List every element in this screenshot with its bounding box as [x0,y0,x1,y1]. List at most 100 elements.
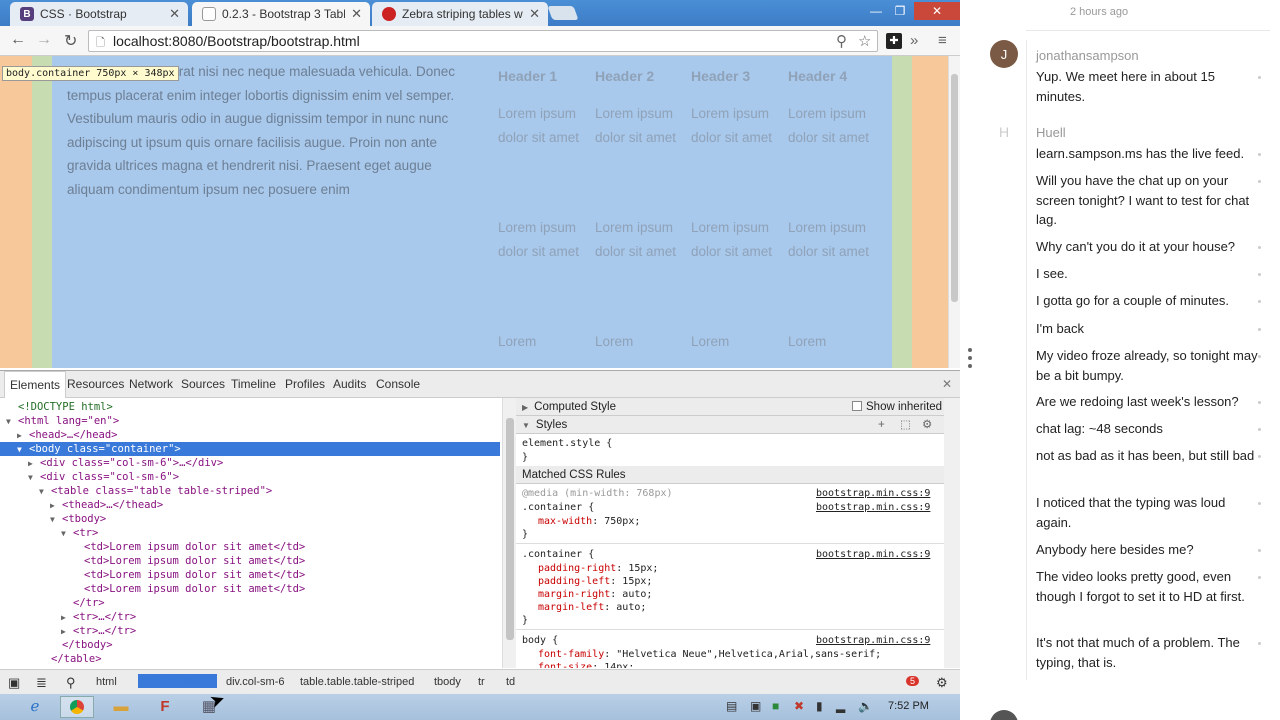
dom-node[interactable]: <!DOCTYPE html> [0,400,500,414]
collapse-triangle-icon[interactable]: ▼ [6,415,18,429]
dom-node[interactable]: ▶ <head>…</head> [0,428,500,442]
reload-icon[interactable]: ↻ [64,31,77,51]
styles-header[interactable]: ▼ Styles + ⬚ ⚙ [516,416,948,434]
error-badge[interactable]: 5 [906,676,920,686]
search-icon[interactable]: ⚲ [66,675,76,691]
forward-arrow-icon[interactable]: → [36,31,52,49]
taskbar-clock[interactable]: 7:52 PM [888,700,929,712]
tab-sources[interactable]: Sources [176,371,230,398]
overflow-chevron-icon[interactable]: » [910,32,918,49]
scroll-thumb[interactable] [951,74,958,302]
window-close-icon[interactable]: ✕ [914,2,960,20]
element-state-icon[interactable]: ⬚ [900,416,911,434]
tray-icon-4[interactable]: ✖ [794,699,804,713]
console-drawer-icon[interactable]: ≣ [36,675,47,691]
breadcrumb-td[interactable]: td [506,676,515,688]
dom-node[interactable]: <td>Lorem ipsum dolor sit amet</td> [0,540,500,554]
dom-node[interactable]: ▼ <body class="container"> [0,442,500,456]
close-icon[interactable]: ✕ [942,377,952,391]
tray-icon-1[interactable]: ▤ [726,699,737,713]
css-source-link[interactable]: bootstrap.min.css:9 [816,488,930,499]
breadcrumb-tr[interactable]: tr [478,676,485,688]
close-icon[interactable]: ✕ [529,6,540,22]
breadcrumb-div-col-sm-6[interactable]: div.col-sm-6 [226,676,284,688]
menu-icon[interactable]: ≡ [938,32,947,49]
expand-triangle-icon[interactable]: ▶ [61,625,73,639]
dom-node[interactable]: ▶ <div class="col-sm-6">…</div> [0,456,500,470]
minimize-icon[interactable]: — [864,2,888,20]
page-scrollbar[interactable] [948,56,960,368]
collapse-triangle-icon[interactable]: ▼ [50,513,62,527]
dom-node[interactable]: ▼ <html lang="en"> [0,414,500,428]
dom-node[interactable]: </tr> [0,596,500,610]
breadcrumb-html[interactable]: html [96,676,117,688]
tab-profiles[interactable]: Profiles [280,371,330,398]
dom-node[interactable]: <td>Lorem ipsum dolor sit amet</td> [0,554,500,568]
expand-triangle-icon[interactable]: ▶ [50,499,62,513]
gear-icon[interactable]: ⚙ [936,675,948,691]
tab-network[interactable]: Network [124,371,178,398]
gear-icon[interactable]: ⚙ [922,416,932,434]
new-tab-button[interactable] [547,6,579,20]
tab-resources[interactable]: Resources [62,371,129,398]
add-rule-icon[interactable]: + [878,416,885,434]
chat-divider[interactable] [960,0,980,720]
css-property[interactable]: max-width: 750px; [538,516,640,527]
dom-node[interactable]: ▼ <div class="col-sm-6"> [0,470,500,484]
extension-icon[interactable]: ✚ [886,33,902,49]
collapse-triangle-icon[interactable]: ▼ [28,471,40,485]
styles-scrollbar[interactable] [944,398,960,668]
expand-triangle-icon[interactable]: ▶ [28,457,40,471]
tray-icon-2[interactable]: ▣ [750,699,761,713]
back-arrow-icon[interactable]: ← [10,31,26,49]
tray-icon-3[interactable]: ■ [772,699,779,713]
close-icon[interactable]: ✕ [351,6,362,22]
collapse-triangle-icon[interactable]: ▼ [61,527,73,541]
tab-elements[interactable]: Elements [4,371,67,398]
browser-tab-zebra-striping[interactable]: Zebra striping tables with ✕ [372,2,548,26]
close-icon[interactable]: ✕ [169,6,180,22]
tab-audits[interactable]: Audits [328,371,371,398]
breadcrumb-body-container[interactable]: body.container [138,674,218,688]
browser-tab-bootstrap-tables[interactable]: 0.2.3 - Bootstrap 3 Tables ✕ [192,2,370,26]
dom-node[interactable]: ▼ <tbody> [0,512,500,526]
maximize-icon[interactable]: ❐ [888,2,912,20]
dom-node[interactable]: </table> [0,652,500,666]
address-bar[interactable]: localhost:8080/Bootstrap/bootstrap.html [88,30,878,52]
dom-node[interactable]: ▶ <tr>…</tr> [0,610,500,624]
browser-tab-css-bootstrap[interactable]: B CSS · Bootstrap ✕ [10,2,188,26]
dom-node[interactable]: <td>Lorem ipsum dolor sit amet</td> [0,568,500,582]
css-property[interactable]: padding-left: 15px; [538,576,652,587]
tab-console[interactable]: Console [371,371,425,398]
css-property[interactable]: font-size: 14px; [538,662,634,668]
breadcrumb-tbody[interactable]: tbody [434,676,461,688]
dock-icon[interactable]: ▣ [8,675,20,691]
breadcrumb-table-table-table-striped[interactable]: table.table.table-striped [300,676,414,688]
filezilla-icon[interactable]: F [148,696,182,718]
expand-triangle-icon[interactable]: ▶ [17,429,29,443]
computed-style-header[interactable]: ▶ Computed Style Show inherited [516,398,948,416]
explorer-icon[interactable]: ▬ [104,696,138,718]
collapse-triangle-icon[interactable]: ▼ [17,443,29,457]
expand-triangle-icon[interactable]: ▶ [61,611,73,625]
show-inherited-checkbox[interactable]: Show inherited [852,398,942,416]
css-property[interactable]: margin-left: auto; [538,602,646,613]
signal-icon[interactable]: ▂ [836,699,845,713]
css-property[interactable]: font-family: "Helvetica Neue",Helvetica,… [538,649,881,660]
collapse-triangle-icon[interactable]: ▼ [39,485,51,499]
dom-node[interactable]: ▼ <tr> [0,526,500,540]
network-icon[interactable]: ▮ [816,699,823,713]
dom-node[interactable]: ▼ <table class="table table-striped"> [0,484,500,498]
css-source-link[interactable]: bootstrap.min.css:9 [816,549,930,560]
dom-node[interactable]: <td>Lorem ipsum dolor sit amet</td> [0,582,500,596]
star-icon[interactable]: ☆ [858,32,871,50]
dom-node[interactable]: ▶ <thead>…</thead> [0,498,500,512]
css-source-link[interactable]: bootstrap.min.css:9 [816,502,930,513]
tab-timeline[interactable]: Timeline [226,371,281,398]
ie-icon[interactable]: ℯ [18,696,52,718]
search-icon[interactable]: ⚲ [836,32,847,50]
css-source-link[interactable]: bootstrap.min.css:9 [816,635,930,646]
volume-icon[interactable]: 🔈 [858,699,873,713]
scroll-thumb[interactable] [506,418,514,640]
dom-node[interactable]: ▶ <tr>…</tr> [0,624,500,638]
